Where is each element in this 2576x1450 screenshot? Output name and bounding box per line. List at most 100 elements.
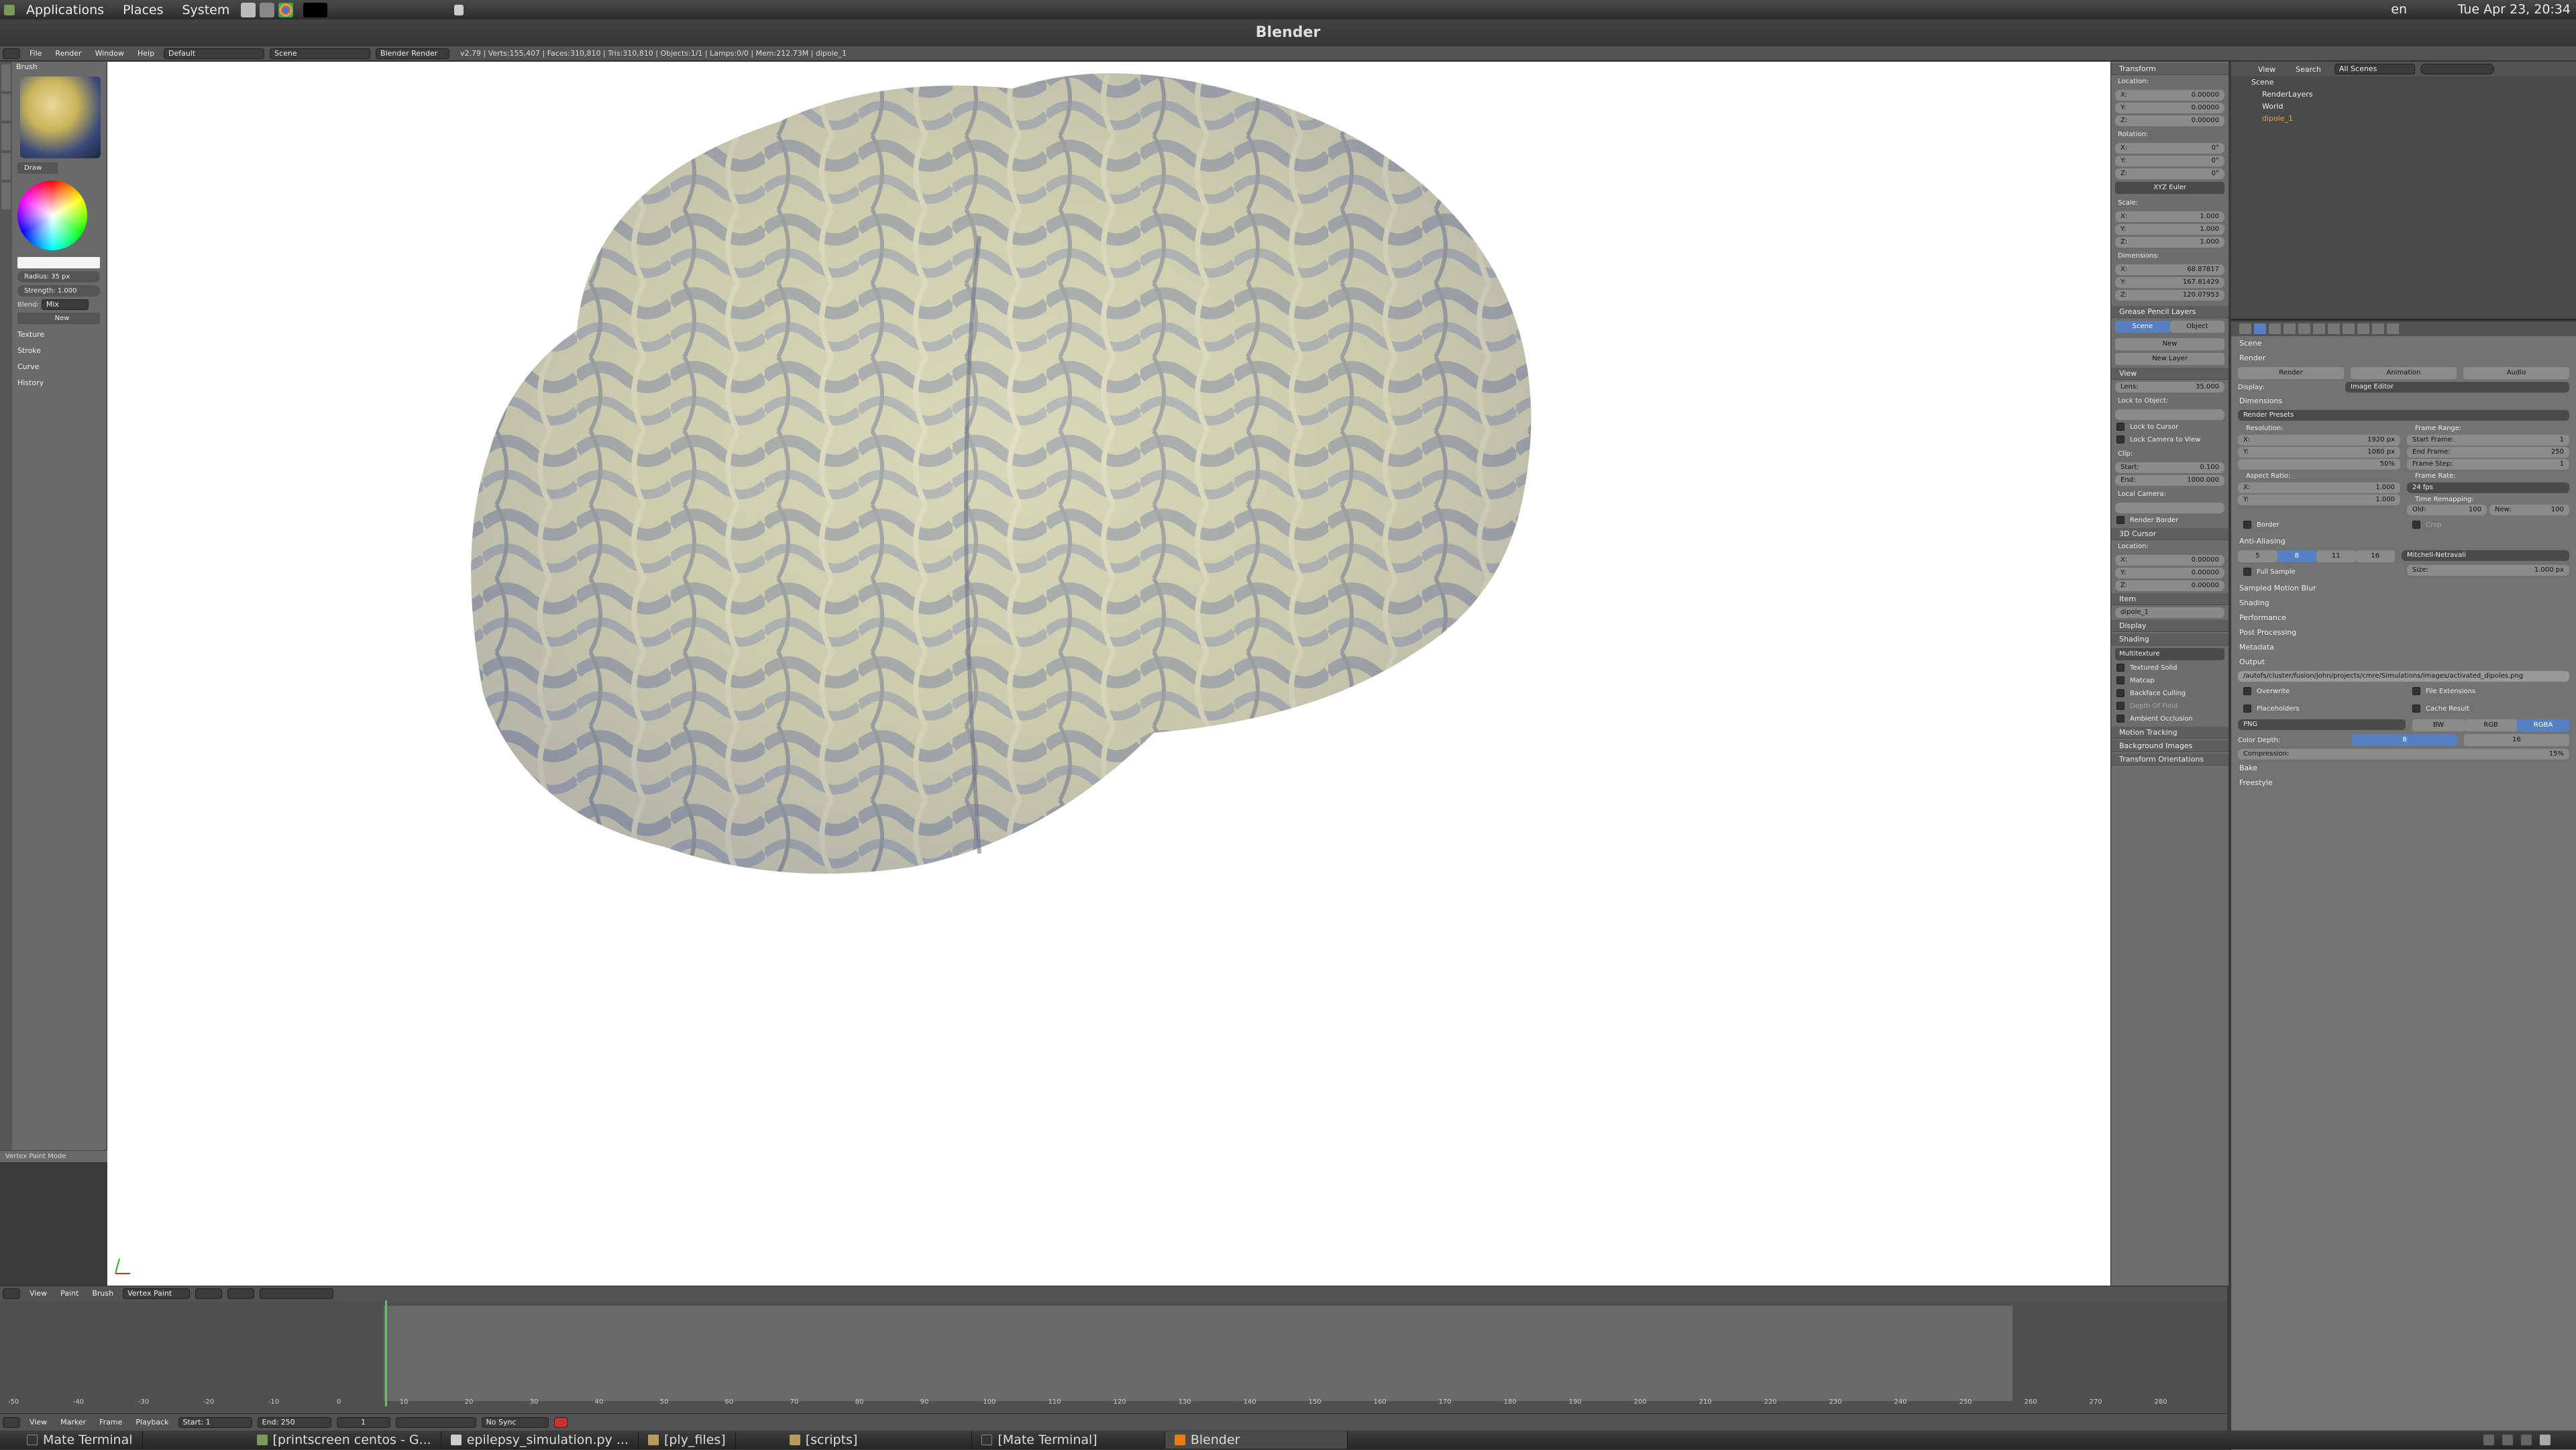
item-name-field[interactable]: dipole_1 xyxy=(2115,607,2224,618)
layers-grid[interactable] xyxy=(260,1288,334,1299)
pivot-select[interactable] xyxy=(227,1288,255,1299)
brush-name-field[interactable]: Draw xyxy=(17,162,58,174)
depth-8-button[interactable]: 8 xyxy=(2352,734,2457,746)
clip-end-field[interactable]: End: 1000.000 xyxy=(2115,475,2224,486)
aa-11-button[interactable]: 11 xyxy=(2316,550,2356,562)
color-swatch[interactable] xyxy=(17,257,100,268)
shading-panel-header[interactable]: Shading xyxy=(2111,633,2229,645)
resolution-percent-slider[interactable]: 50% xyxy=(2238,459,2400,470)
notes-icon[interactable] xyxy=(454,4,464,15)
bake-header[interactable]: Bake xyxy=(2231,761,2576,776)
remap-old-field[interactable]: Old: 100 xyxy=(2407,505,2487,515)
properties-tabs[interactable] xyxy=(2231,321,2576,336)
cursor-z-field[interactable]: Z: 0.00000 xyxy=(2115,580,2224,591)
record-button[interactable] xyxy=(553,1416,568,1428)
render-border-checkbox[interactable]: Render Border xyxy=(2116,515,2223,526)
color-wheel[interactable] xyxy=(17,180,87,250)
grease-new-button[interactable]: New xyxy=(2115,338,2224,350)
shading-select[interactable] xyxy=(195,1288,223,1299)
start-frame-field[interactable]: Start Frame: 1 xyxy=(2407,435,2569,446)
sync-select[interactable]: No Sync xyxy=(481,1416,549,1428)
output-header[interactable]: Output xyxy=(2231,655,2576,670)
view-panel-header[interactable]: View xyxy=(2111,368,2229,380)
new-layer-button[interactable]: New Layer xyxy=(2115,353,2224,365)
layout-select[interactable]: Default xyxy=(164,48,265,59)
animation-button[interactable]: Animation xyxy=(2351,367,2457,379)
shading-mode-select[interactable]: Multitexture xyxy=(2115,648,2224,660)
rotation-x-field[interactable]: X: 0° xyxy=(2115,143,2224,154)
scale-y-field[interactable]: Y: 1.000 xyxy=(2115,224,2224,235)
scale-z-field[interactable]: Z: 1.000 xyxy=(2115,237,2224,248)
3d-cursor-header[interactable]: 3D Cursor xyxy=(2111,528,2229,540)
brush-panel-header[interactable]: Brush xyxy=(13,62,104,72)
shading-header[interactable]: Shading xyxy=(2231,596,2576,611)
mode-select[interactable]: Vertex Paint xyxy=(123,1288,191,1299)
file-menu[interactable]: File xyxy=(23,49,48,58)
display-select[interactable]: Image Editor xyxy=(2345,382,2569,393)
render-button[interactable]: Render xyxy=(2238,367,2344,379)
aa-8-button[interactable]: 8 xyxy=(2277,550,2316,562)
render-engine-select[interactable]: Blender Render xyxy=(376,48,450,59)
timeline-editor-type[interactable] xyxy=(3,1416,20,1428)
outliner-scene[interactable]: Scene xyxy=(2231,76,2576,89)
lock-camera-checkbox[interactable]: Lock Camera to View xyxy=(2116,435,2223,446)
blend-select[interactable]: Mix xyxy=(41,299,89,310)
aa-filter-select[interactable]: Mitchell-Netravali xyxy=(2402,550,2569,561)
timeline-view-menu[interactable]: View xyxy=(23,1418,54,1427)
playback-controls[interactable] xyxy=(395,1416,476,1428)
render-panel-header[interactable]: Render xyxy=(2231,351,2576,366)
mate-logo-icon[interactable] xyxy=(4,4,15,15)
scale-x-field[interactable]: X: 1.000 xyxy=(2115,211,2224,222)
frame-step-field[interactable]: Frame Step: 1 xyxy=(2407,459,2569,470)
clip-start-field[interactable]: Start: 0.100 xyxy=(2115,462,2224,473)
editor-type-button[interactable] xyxy=(3,48,20,59)
border-checkbox[interactable]: Border xyxy=(2243,520,2395,531)
viewport-paint-menu[interactable]: Paint xyxy=(54,1289,85,1298)
resolution-y-field[interactable]: Y: 1080 px xyxy=(2238,447,2400,458)
end-frame-field[interactable]: End: 250 xyxy=(257,1416,331,1428)
viewport-editor-type[interactable] xyxy=(3,1288,20,1299)
task-printscreen[interactable]: [printscreen centos - G... xyxy=(143,1431,441,1449)
timeline-frame-menu[interactable]: Frame xyxy=(93,1418,129,1427)
grease-scene-button[interactable]: Scene xyxy=(2115,321,2170,333)
strength-field[interactable]: Strength: 1.000 xyxy=(17,285,100,297)
viewport-brush-menu[interactable]: Brush xyxy=(85,1289,120,1298)
aspect-y-field[interactable]: Y: 1.000 xyxy=(2238,495,2400,505)
3d-viewport[interactable] xyxy=(107,62,2120,1286)
remap-new-field[interactable]: New: 100 xyxy=(2489,505,2569,515)
workspace-switcher[interactable] xyxy=(2483,1435,2576,1445)
lens-field[interactable]: Lens: 35.000 xyxy=(2115,382,2224,393)
file-extensions-checkbox[interactable]: File Extensions xyxy=(2412,686,2564,697)
outliner-world[interactable]: World xyxy=(2231,101,2576,113)
rotation-mode-select[interactable]: XYZ Euler xyxy=(2115,182,2224,194)
task-ply-files[interactable]: [ply_files] xyxy=(639,1431,736,1449)
outliner-search-input[interactable] xyxy=(2420,64,2494,74)
transform-panel-header[interactable]: Transform xyxy=(2111,63,2229,75)
full-sample-checkbox[interactable]: Full Sample xyxy=(2243,567,2395,578)
metadata-header[interactable]: Metadata xyxy=(2231,640,2576,655)
window-menu[interactable]: Window xyxy=(89,49,131,58)
cache-result-checkbox[interactable]: Cache Result xyxy=(2412,704,2564,715)
radius-field[interactable]: Radius: 35 px xyxy=(17,271,100,282)
places-menu[interactable]: Places xyxy=(113,3,172,17)
aspect-x-field[interactable]: X: 1.000 xyxy=(2238,482,2400,493)
vertex-paint-mode-footer[interactable]: Vertex Paint Mode xyxy=(0,1150,107,1162)
freestyle-header[interactable]: Freestyle xyxy=(2231,776,2576,790)
task-scripts[interactable]: [scripts] xyxy=(736,1431,973,1449)
placeholders-checkbox[interactable]: Placeholders xyxy=(2243,704,2395,715)
depth-16-button[interactable]: 16 xyxy=(2464,734,2569,746)
task-blender[interactable]: Blender xyxy=(1165,1431,1348,1449)
render-presets-select[interactable]: Render Presets xyxy=(2238,410,2569,421)
performance-header[interactable]: Performance xyxy=(2231,611,2576,625)
dimensions-y-field[interactable]: Y: 167.81429 xyxy=(2115,277,2224,288)
location-x-field[interactable]: X: 0.00000 xyxy=(2115,90,2224,101)
display-panel-header[interactable]: Display xyxy=(2111,620,2229,632)
backface-culling-checkbox[interactable]: Backface Culling xyxy=(2116,688,2223,699)
tool-tabs[interactable] xyxy=(0,62,12,1162)
clock[interactable]: Tue Apr 23, 20:34 xyxy=(2458,2,2571,17)
location-z-field[interactable]: Z: 0.00000 xyxy=(2115,115,2224,126)
rotation-z-field[interactable]: Z: 0° xyxy=(2115,168,2224,179)
resolution-x-field[interactable]: X: 1920 px xyxy=(2238,435,2400,446)
depth-of-field-checkbox[interactable]: Depth Of Field xyxy=(2116,701,2223,712)
rgb-button[interactable]: RGB xyxy=(2465,719,2517,731)
